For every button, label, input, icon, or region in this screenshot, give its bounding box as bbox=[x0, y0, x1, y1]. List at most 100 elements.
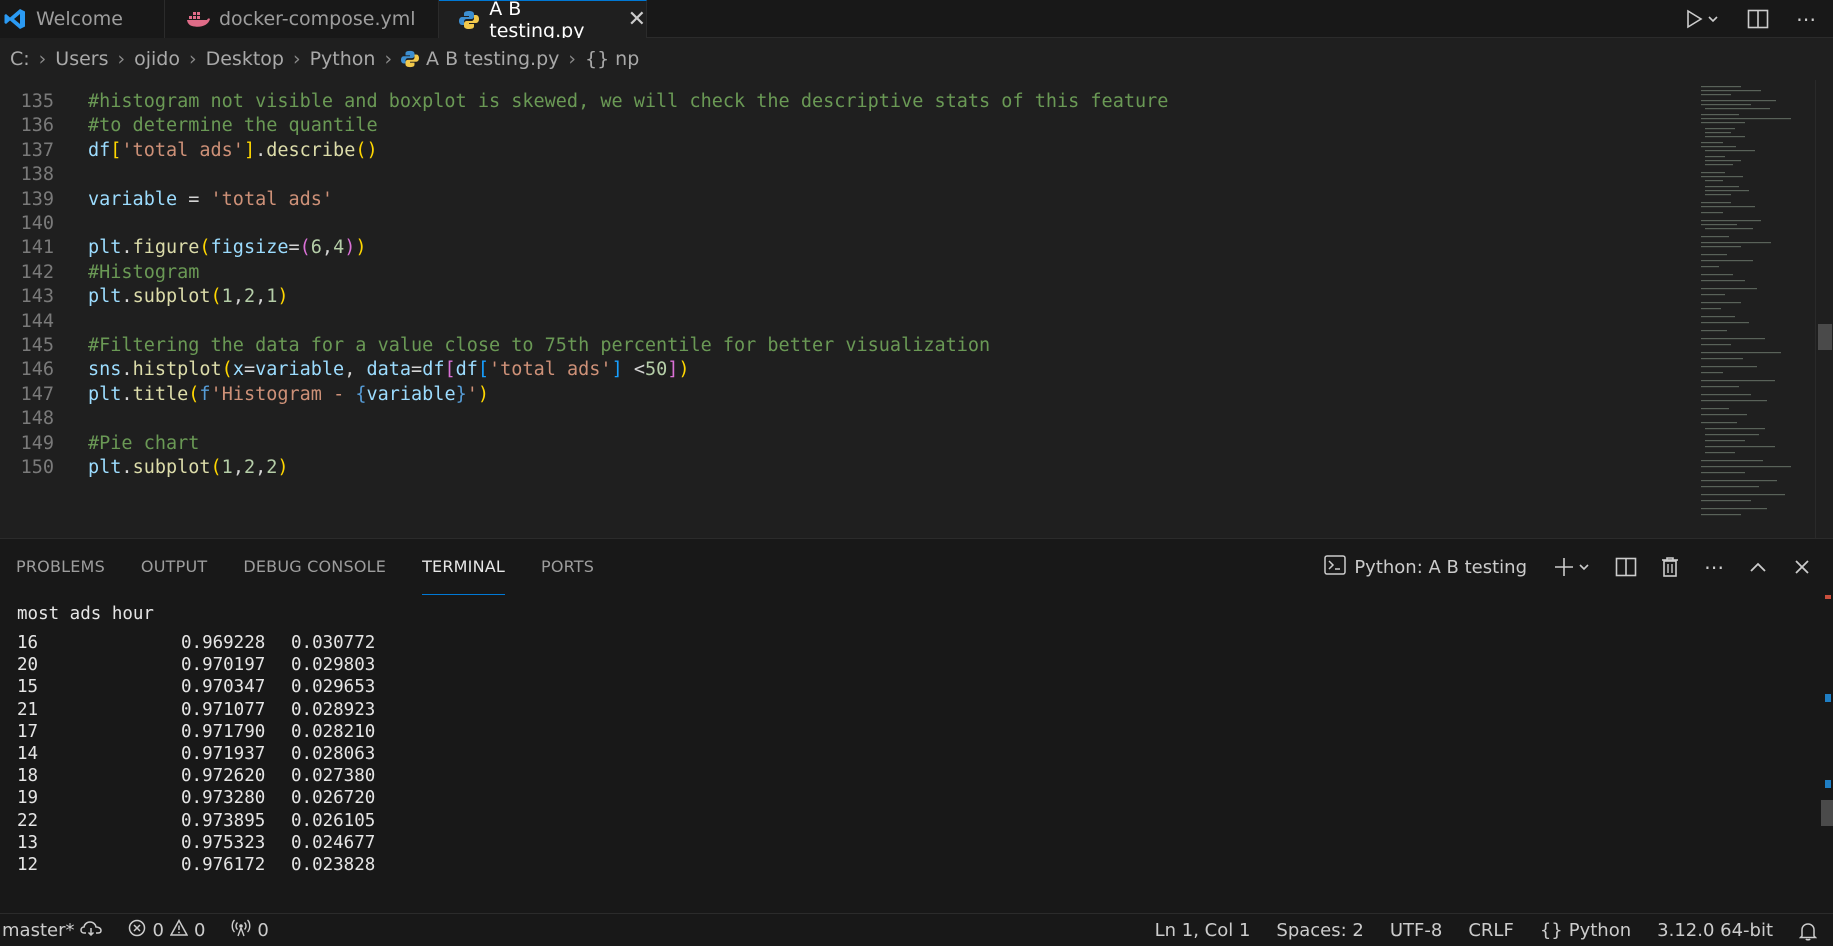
warning-icon bbox=[169, 918, 189, 942]
code-text: plt.subplot(1,2,1) bbox=[88, 286, 289, 308]
breadcrumb-item[interactable]: Users bbox=[55, 48, 108, 70]
code-text: #histogram not visible and boxplot is sk… bbox=[88, 91, 1169, 112]
breadcrumb-item[interactable]: Python bbox=[310, 48, 376, 70]
tab-terminal[interactable]: TERMINAL bbox=[422, 539, 506, 595]
end-of-line[interactable]: CRLF bbox=[1468, 920, 1513, 941]
code-text: sns.histplot(x=variable, data=df[df['tot… bbox=[88, 359, 690, 381]
code-text: #to determine the quantile bbox=[88, 115, 378, 137]
code-text: #Filtering the data for a value close to… bbox=[88, 335, 991, 356]
terminal-header-line: most ads hour bbox=[17, 604, 154, 624]
close-icon[interactable]: ✕ bbox=[628, 7, 646, 32]
minimap[interactable] bbox=[1697, 80, 1815, 538]
terminal-row: 12 0.976172 0.023828 bbox=[17, 852, 375, 878]
code-text: plt.title(f'Histogram - {variable}') bbox=[88, 383, 490, 405]
code-text: #Pie chart bbox=[88, 432, 200, 454]
chevron-right-icon: › bbox=[188, 48, 197, 70]
terminal-cell: 0.976172 bbox=[181, 855, 266, 875]
sync-cloud-icon bbox=[80, 920, 103, 941]
code-line[interactable]: 150 plt.subplot(1,2,2) bbox=[0, 454, 289, 483]
python-icon bbox=[401, 50, 420, 68]
chevron-right-icon: › bbox=[292, 48, 301, 70]
language-mode[interactable]: {} Python bbox=[1540, 920, 1631, 941]
terminal-cell: 0.029653 bbox=[291, 677, 376, 698]
terminal-scrollbar[interactable] bbox=[1815, 595, 1833, 914]
terminal-cell: 0.024677 bbox=[291, 832, 376, 853]
trash-icon[interactable] bbox=[1657, 554, 1683, 580]
status-bar-left: master* 0 0 0 bbox=[2, 914, 269, 946]
terminal-name: Python: A B testing bbox=[1354, 556, 1527, 578]
code-editor[interactable]: 135 #histogram not visible and boxplot is… bbox=[0, 80, 1833, 538]
ports-status[interactable]: 0 bbox=[231, 919, 269, 942]
terminal-cell: 0.028923 bbox=[291, 699, 376, 720]
tab-problems[interactable]: PROBLEMS bbox=[16, 539, 105, 595]
close-panel-icon[interactable] bbox=[1789, 554, 1815, 580]
bell-icon[interactable] bbox=[1799, 921, 1817, 941]
code-text: #Histogram bbox=[88, 261, 200, 283]
new-terminal-icon[interactable] bbox=[1553, 554, 1595, 580]
terminal-selector[interactable]: Python: A B testing bbox=[1324, 554, 1527, 580]
tab-label: Welcome bbox=[36, 8, 123, 30]
more-actions-icon[interactable]: ⋯ bbox=[1701, 554, 1727, 580]
terminal-cell: 0.030772 bbox=[291, 633, 376, 653]
terminal-icon bbox=[1324, 554, 1347, 580]
terminal-cell: 0.027380 bbox=[291, 766, 376, 787]
terminal-cell: 12 bbox=[17, 855, 39, 875]
terminal-cell: 0.029803 bbox=[291, 655, 376, 676]
tab-docker-compose[interactable]: docker-compose.yml bbox=[165, 0, 439, 38]
terminal-cell: 0.028210 bbox=[291, 721, 376, 742]
editor-tab-bar: Welcome docker-compose.yml A B testing.p… bbox=[0, 0, 1833, 42]
braces-icon: {} bbox=[1539, 920, 1563, 941]
cursor-position[interactable]: Ln 1, Col 1 bbox=[1155, 920, 1251, 941]
editor-scrollbar[interactable] bbox=[1815, 80, 1833, 538]
language-label: Python bbox=[1568, 920, 1632, 941]
maximize-panel-icon[interactable] bbox=[1745, 554, 1771, 580]
run-icon[interactable] bbox=[1683, 6, 1723, 32]
editor-actions: ⋯ bbox=[1683, 0, 1819, 38]
tab-debug-console[interactable]: DEBUG CONSOLE bbox=[243, 539, 386, 595]
breadcrumb-item[interactable]: C: bbox=[10, 48, 30, 70]
terminal-cell: 0.023828 bbox=[291, 855, 376, 875]
chevron-right-icon: › bbox=[384, 48, 393, 70]
ports-count: 0 bbox=[257, 920, 269, 941]
terminal-output[interactable]: most ads hour 16 0.969228 0.030772 20 0.9701… bbox=[0, 595, 1815, 914]
panel-tabs: PROBLEMS OUTPUT DEBUG CONSOLE TERMINAL P… bbox=[16, 539, 594, 595]
python-interpreter[interactable]: 3.12.0 64-bit bbox=[1657, 920, 1773, 941]
bottom-panel: PROBLEMS OUTPUT DEBUG CONSOLE TERMINAL P… bbox=[0, 538, 1833, 913]
branch-status[interactable]: master* bbox=[2, 920, 103, 941]
status-bar: master* 0 0 0 Ln 1, Col 1 Spaces: 2 UTF-… bbox=[0, 913, 1833, 946]
tab-ab-testing[interactable]: A B testing.py ✕ bbox=[439, 0, 647, 42]
code-text: df['total ads'].describe() bbox=[88, 139, 378, 161]
line-number: 150 bbox=[20, 457, 54, 478]
chevron-right-icon: › bbox=[38, 48, 47, 70]
problems-status[interactable]: 0 0 bbox=[128, 918, 206, 942]
broadcast-icon bbox=[231, 919, 251, 942]
tab-label: A B testing.py bbox=[489, 0, 585, 42]
more-actions-icon[interactable]: ⋯ bbox=[1793, 6, 1819, 32]
panel-actions: Python: A B testing ⋯ bbox=[1324, 539, 1815, 595]
code-text: plt.figure(figsize=(6,4)) bbox=[88, 237, 367, 259]
branch-name: master* bbox=[2, 920, 75, 941]
breadcrumb: C: › Users › ojido › Desktop › Python › … bbox=[0, 38, 1833, 80]
tab-label: docker-compose.yml bbox=[219, 8, 416, 30]
vscode-icon bbox=[2, 6, 28, 32]
error-icon bbox=[128, 919, 146, 942]
breadcrumb-item[interactable]: ojido bbox=[134, 48, 180, 70]
tab-ports[interactable]: PORTS bbox=[541, 539, 594, 595]
terminal-cell: 0.026720 bbox=[291, 788, 376, 809]
warning-count: 0 bbox=[193, 920, 206, 941]
encoding[interactable]: UTF-8 bbox=[1390, 920, 1442, 941]
breadcrumb-item[interactable]: Desktop bbox=[206, 48, 284, 70]
error-count: 0 bbox=[152, 920, 164, 941]
chevron-right-icon: › bbox=[568, 48, 576, 70]
breadcrumb-item[interactable]: A B testing.py bbox=[426, 48, 559, 70]
tab-output[interactable]: OUTPUT bbox=[141, 539, 207, 595]
python-icon bbox=[457, 7, 481, 33]
breadcrumb-item[interactable]: np bbox=[615, 48, 639, 70]
tab-welcome[interactable]: Welcome bbox=[0, 0, 165, 38]
code-text: variable = 'total ads' bbox=[88, 188, 334, 210]
scrollbar-thumb[interactable] bbox=[1818, 324, 1832, 350]
indentation[interactable]: Spaces: 2 bbox=[1276, 920, 1363, 941]
symbol-namespace-icon: {} bbox=[584, 48, 610, 70]
split-terminal-icon[interactable] bbox=[1613, 554, 1639, 580]
split-editor-icon[interactable] bbox=[1745, 6, 1771, 32]
